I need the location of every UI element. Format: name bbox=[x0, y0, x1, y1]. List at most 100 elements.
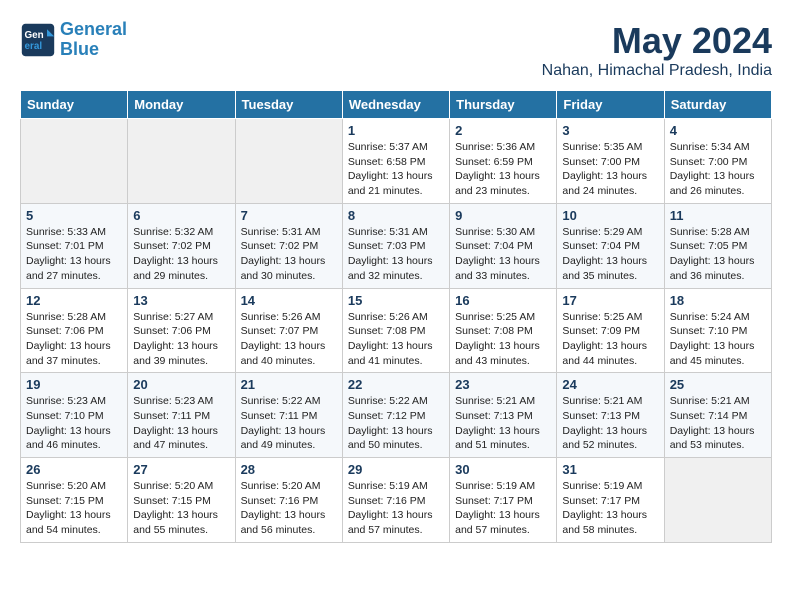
day-cell: 19 Sunrise: 5:23 AMSunset: 7:10 PMDayligh… bbox=[21, 373, 128, 458]
day-cell: 8Sunrise: 5:31 AMSunset: 7:03 PMDaylight… bbox=[342, 203, 449, 288]
day-cell bbox=[235, 119, 342, 204]
weekday-header-friday: Friday bbox=[557, 91, 664, 119]
day-info: Sunrise: 5:25 AMSunset: 7:08 PMDaylight:… bbox=[455, 310, 551, 369]
day-info: Sunrise: 5:36 AMSunset: 6:59 PMDaylight:… bbox=[455, 140, 551, 199]
day-cell: 13Sunrise: 5:27 AMSunset: 7:06 PMDayligh… bbox=[128, 288, 235, 373]
day-number: 28 bbox=[241, 462, 337, 477]
day-cell: 22 Sunrise: 5:22 AMSunset: 7:12 PMDayligh… bbox=[342, 373, 449, 458]
logo-icon: Gen eral bbox=[20, 22, 56, 58]
logo: Gen eral General Blue bbox=[20, 20, 127, 60]
day-cell: 7Sunrise: 5:31 AMSunset: 7:02 PMDaylight… bbox=[235, 203, 342, 288]
day-number: 12 bbox=[26, 293, 122, 308]
day-info: Sunrise: 5:24 AMSunset: 7:10 PMDaylight:… bbox=[670, 310, 766, 369]
day-cell: 2 Sunrise: 5:36 AMSunset: 6:59 PMDaylight… bbox=[450, 119, 557, 204]
day-cell: 30Sunrise: 5:19 AMSunset: 7:17 PMDayligh… bbox=[450, 458, 557, 543]
day-info: Sunrise: 5:31 AMSunset: 7:03 PMDaylight:… bbox=[348, 225, 444, 284]
day-info: Sunrise: 5:37 AMSunset: 6:58 PMDaylight:… bbox=[348, 140, 444, 199]
day-number: 23 bbox=[455, 377, 551, 392]
day-number: 30 bbox=[455, 462, 551, 477]
day-cell: 31Sunrise: 5:19 AMSunset: 7:17 PMDayligh… bbox=[557, 458, 664, 543]
logo-line1: General bbox=[60, 19, 127, 39]
day-number: 19 bbox=[26, 377, 122, 392]
day-info: Sunrise: 5:26 AMSunset: 7:07 PMDaylight:… bbox=[241, 310, 337, 369]
day-info: Sunrise: 5:28 AMSunset: 7:06 PMDaylight:… bbox=[26, 310, 122, 369]
day-cell: 5 Sunrise: 5:33 AMSunset: 7:01 PMDaylight… bbox=[21, 203, 128, 288]
day-cell: 14 Sunrise: 5:26 AMSunset: 7:07 PMDayligh… bbox=[235, 288, 342, 373]
month-title: May 2024 bbox=[542, 20, 772, 62]
day-info: Sunrise: 5:29 AMSunset: 7:04 PMDaylight:… bbox=[562, 225, 658, 284]
day-cell: 16 Sunrise: 5:25 AMSunset: 7:08 PMDayligh… bbox=[450, 288, 557, 373]
day-cell: 26Sunrise: 5:20 AMSunset: 7:15 PMDayligh… bbox=[21, 458, 128, 543]
day-cell: 27 Sunrise: 5:20 AMSunset: 7:15 PMDayligh… bbox=[128, 458, 235, 543]
day-info: Sunrise: 5:32 AMSunset: 7:02 PMDaylight:… bbox=[133, 225, 229, 284]
day-cell: 9Sunrise: 5:30 AMSunset: 7:04 PMDaylight… bbox=[450, 203, 557, 288]
day-number: 29 bbox=[348, 462, 444, 477]
day-cell bbox=[128, 119, 235, 204]
day-cell: 25 Sunrise: 5:21 AMSunset: 7:14 PMDayligh… bbox=[664, 373, 771, 458]
day-number: 11 bbox=[670, 208, 766, 223]
day-info: Sunrise: 5:34 AMSunset: 7:00 PMDaylight:… bbox=[670, 140, 766, 199]
day-cell: 15Sunrise: 5:26 AMSunset: 7:08 PMDayligh… bbox=[342, 288, 449, 373]
logo-line2: Blue bbox=[60, 39, 99, 59]
weekday-header-wednesday: Wednesday bbox=[342, 91, 449, 119]
weekday-header-monday: Monday bbox=[128, 91, 235, 119]
page-header: Gen eral General Blue May 2024 Nahan, Hi… bbox=[20, 20, 772, 80]
day-number: 4 bbox=[670, 123, 766, 138]
svg-text:Gen: Gen bbox=[25, 30, 44, 41]
day-number: 3 bbox=[562, 123, 658, 138]
weekday-header-thursday: Thursday bbox=[450, 91, 557, 119]
day-number: 14 bbox=[241, 293, 337, 308]
day-cell: 12 Sunrise: 5:28 AMSunset: 7:06 PMDayligh… bbox=[21, 288, 128, 373]
logo-text: General Blue bbox=[60, 20, 127, 60]
day-info: Sunrise: 5:23 AMSunset: 7:11 PMDaylight:… bbox=[133, 394, 229, 453]
day-info: Sunrise: 5:21 AMSunset: 7:13 PMDaylight:… bbox=[562, 394, 658, 453]
weekday-header-saturday: Saturday bbox=[664, 91, 771, 119]
day-number: 13 bbox=[133, 293, 229, 308]
day-cell: 4 Sunrise: 5:34 AMSunset: 7:00 PMDaylight… bbox=[664, 119, 771, 204]
day-info: Sunrise: 5:20 AMSunset: 7:15 PMDaylight:… bbox=[133, 479, 229, 538]
day-info: Sunrise: 5:19 AMSunset: 7:16 PMDaylight:… bbox=[348, 479, 444, 538]
day-cell: 10 Sunrise: 5:29 AMSunset: 7:04 PMDayligh… bbox=[557, 203, 664, 288]
weekday-header-row: SundayMondayTuesdayWednesdayThursdayFrid… bbox=[21, 91, 772, 119]
day-cell: 28 Sunrise: 5:20 AMSunset: 7:16 PMDayligh… bbox=[235, 458, 342, 543]
day-info: Sunrise: 5:33 AMSunset: 7:01 PMDaylight:… bbox=[26, 225, 122, 284]
day-cell: 11Sunrise: 5:28 AMSunset: 7:05 PMDayligh… bbox=[664, 203, 771, 288]
weekday-header-sunday: Sunday bbox=[21, 91, 128, 119]
day-number: 5 bbox=[26, 208, 122, 223]
day-info: Sunrise: 5:25 AMSunset: 7:09 PMDaylight:… bbox=[562, 310, 658, 369]
location-subtitle: Nahan, Himachal Pradesh, India bbox=[542, 62, 772, 80]
svg-text:eral: eral bbox=[25, 41, 43, 52]
day-info: Sunrise: 5:31 AMSunset: 7:02 PMDaylight:… bbox=[241, 225, 337, 284]
day-cell bbox=[664, 458, 771, 543]
day-info: Sunrise: 5:35 AMSunset: 7:00 PMDaylight:… bbox=[562, 140, 658, 199]
day-number: 21 bbox=[241, 377, 337, 392]
day-number: 26 bbox=[26, 462, 122, 477]
title-block: May 2024 Nahan, Himachal Pradesh, India bbox=[542, 20, 772, 80]
day-info: Sunrise: 5:21 AMSunset: 7:14 PMDaylight:… bbox=[670, 394, 766, 453]
day-info: Sunrise: 5:23 AMSunset: 7:10 PMDaylight:… bbox=[26, 394, 122, 453]
day-number: 22 bbox=[348, 377, 444, 392]
day-number: 16 bbox=[455, 293, 551, 308]
day-number: 25 bbox=[670, 377, 766, 392]
day-number: 18 bbox=[670, 293, 766, 308]
day-info: Sunrise: 5:22 AMSunset: 7:12 PMDaylight:… bbox=[348, 394, 444, 453]
day-number: 24 bbox=[562, 377, 658, 392]
day-number: 27 bbox=[133, 462, 229, 477]
day-number: 10 bbox=[562, 208, 658, 223]
day-info: Sunrise: 5:20 AMSunset: 7:16 PMDaylight:… bbox=[241, 479, 337, 538]
day-number: 15 bbox=[348, 293, 444, 308]
day-cell: 3 Sunrise: 5:35 AMSunset: 7:00 PMDaylight… bbox=[557, 119, 664, 204]
day-cell: 23 Sunrise: 5:21 AMSunset: 7:13 PMDayligh… bbox=[450, 373, 557, 458]
day-cell: 6Sunrise: 5:32 AMSunset: 7:02 PMDaylight… bbox=[128, 203, 235, 288]
day-number: 17 bbox=[562, 293, 658, 308]
day-info: Sunrise: 5:30 AMSunset: 7:04 PMDaylight:… bbox=[455, 225, 551, 284]
week-row-4: 19 Sunrise: 5:23 AMSunset: 7:10 PMDayligh… bbox=[21, 373, 772, 458]
calendar-table: SundayMondayTuesdayWednesdayThursdayFrid… bbox=[20, 90, 772, 543]
day-info: Sunrise: 5:22 AMSunset: 7:11 PMDaylight:… bbox=[241, 394, 337, 453]
day-number: 2 bbox=[455, 123, 551, 138]
day-number: 20 bbox=[133, 377, 229, 392]
day-info: Sunrise: 5:21 AMSunset: 7:13 PMDaylight:… bbox=[455, 394, 551, 453]
day-cell: 17 Sunrise: 5:25 AMSunset: 7:09 PMDayligh… bbox=[557, 288, 664, 373]
week-row-5: 26 Sunrise: 5:20 AMSunset: 7:15 PMDayligh… bbox=[21, 458, 772, 543]
day-cell: 20 Sunrise: 5:23 AMSunset: 7:11 PMDayligh… bbox=[128, 373, 235, 458]
